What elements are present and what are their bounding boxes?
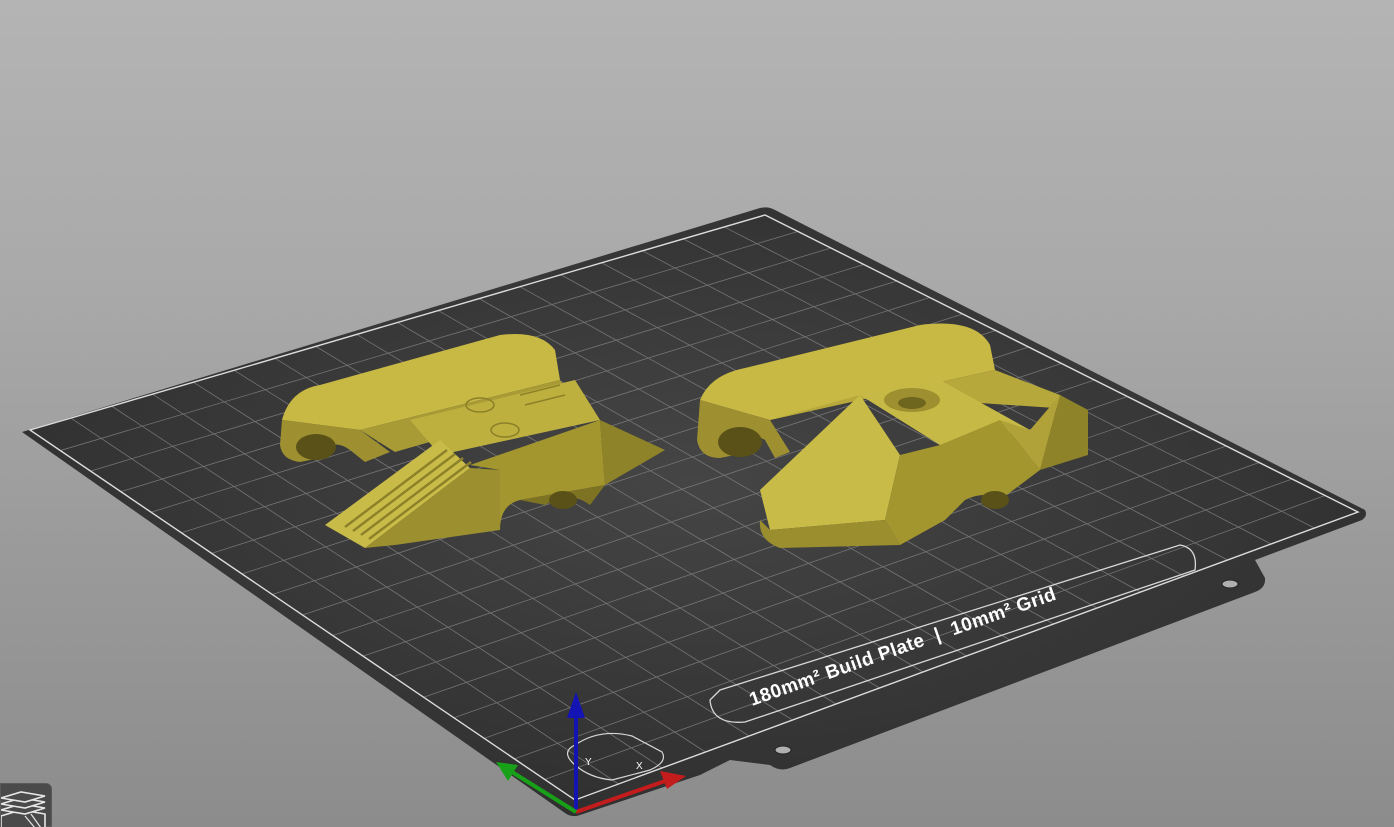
- bed-hole-right: [1221, 579, 1239, 589]
- origin-y-letter: Y: [585, 757, 592, 768]
- layers-icon: [1, 791, 46, 827]
- origin-x-letter: X: [636, 761, 643, 772]
- 3d-viewport[interactable]: 180mm² Build Plate | 10mm² Grid X Y: [0, 0, 1394, 827]
- bed-hole-left: [774, 745, 792, 755]
- layers-view-button[interactable]: [0, 783, 52, 827]
- build-plate: 180mm² Build Plate | 10mm² Grid X Y: [22, 207, 1366, 817]
